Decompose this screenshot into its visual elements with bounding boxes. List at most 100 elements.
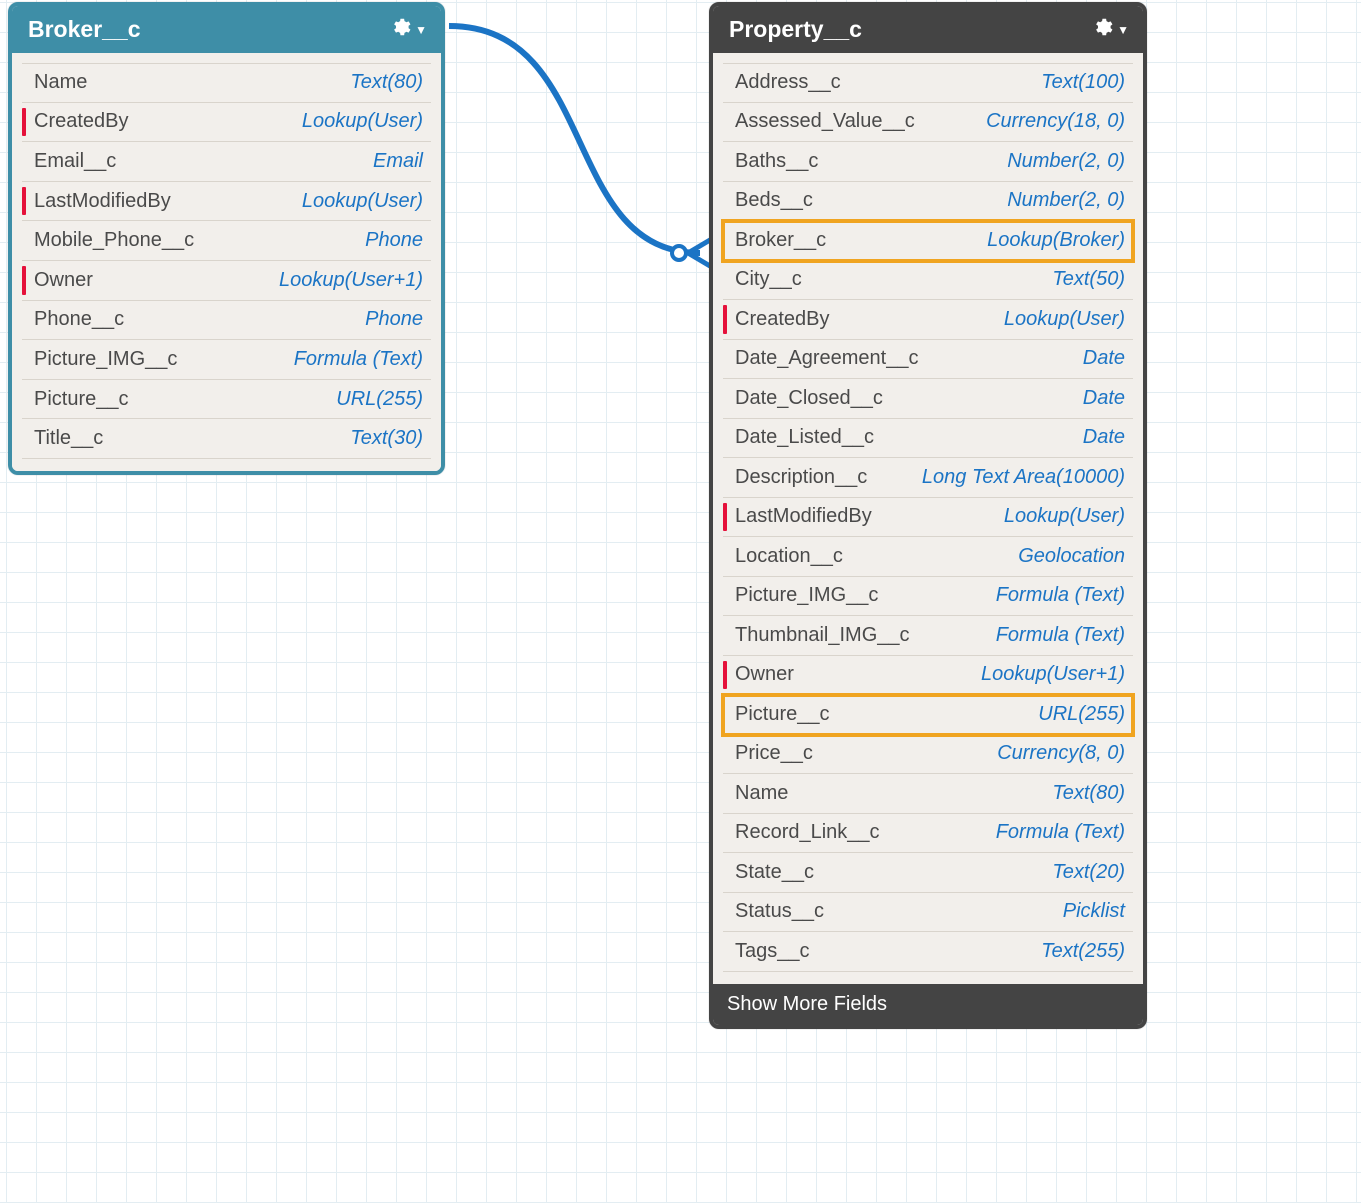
- field-type: Lookup(Broker): [987, 229, 1125, 252]
- field-type: Currency(18, 0): [986, 110, 1125, 133]
- field-row[interactable]: Picture__cURL(255): [723, 695, 1133, 735]
- field-name: Tags__c: [735, 940, 810, 963]
- field-row[interactable]: Baths__cNumber(2, 0): [723, 142, 1133, 182]
- field-row[interactable]: Picture_IMG__cFormula (Text): [22, 340, 431, 380]
- field-type: Lookup(User): [302, 110, 423, 133]
- gear-icon: [1091, 16, 1113, 43]
- field-name: Name: [34, 71, 87, 94]
- field-name: Record_Link__c: [735, 821, 880, 844]
- entity-title: Property__c: [729, 16, 862, 43]
- field-row[interactable]: Price__c Currency(8, 0): [723, 735, 1133, 775]
- field-type: Text(100): [1041, 71, 1125, 94]
- field-type: Formula (Text): [996, 584, 1125, 607]
- field-row[interactable]: LastModifiedByLookup(User): [723, 498, 1133, 538]
- entity-body: Address__c Text(100) Assessed_Value__cCurr…: [713, 53, 1143, 984]
- show-more-fields-button[interactable]: Show More Fields: [713, 984, 1143, 1025]
- field-row[interactable]: Mobile_Phone__c Phone: [22, 221, 431, 261]
- field-row[interactable]: Date_Closed__cDate: [723, 379, 1133, 419]
- field-name: Location__c: [735, 545, 843, 568]
- field-row[interactable]: Assessed_Value__cCurrency(18, 0): [723, 103, 1133, 143]
- field-name: Date_Closed__c: [735, 387, 883, 410]
- field-row[interactable]: Picture_IMG__c Formula (Text): [723, 577, 1133, 617]
- field-name: Owner: [735, 663, 794, 686]
- field-row[interactable]: Owner Lookup(User+1): [723, 656, 1133, 696]
- field-name: LastModifiedBy: [34, 190, 171, 213]
- entity-menu-button[interactable]: ▼: [389, 16, 427, 43]
- field-row[interactable]: Phone__c Phone: [22, 301, 431, 341]
- field-type: Phone: [365, 229, 423, 252]
- entity-property[interactable]: Property__c ▼ Address__c Text(100) Assesse…: [709, 2, 1147, 1029]
- field-name: Owner: [34, 269, 93, 292]
- field-type: Date: [1083, 426, 1125, 449]
- field-type: Lookup(User+1): [981, 663, 1125, 686]
- field-row[interactable]: Description__cLong Text Area(10000): [723, 458, 1133, 498]
- field-row[interactable]: Record_Link__c Formula (Text): [723, 814, 1133, 854]
- field-name: Picture_IMG__c: [735, 584, 878, 607]
- field-type: Formula (Text): [996, 821, 1125, 844]
- field-row[interactable]: Owner Lookup(User+1): [22, 261, 431, 301]
- field-type: Text(80): [1052, 782, 1125, 805]
- field-name: CreatedBy: [34, 110, 129, 133]
- field-name: Phone__c: [34, 308, 124, 331]
- field-name: Beds__c: [735, 189, 813, 212]
- entity-menu-button[interactable]: ▼: [1091, 16, 1129, 43]
- field-row[interactable]: Date_Agreement__cDate: [723, 340, 1133, 380]
- field-row[interactable]: Tags__c Text(255): [723, 932, 1133, 972]
- field-name: Status__c: [735, 900, 824, 923]
- entity-broker[interactable]: Broker__c ▼ Name Text(80) CreatedBy Lookup(…: [8, 2, 445, 475]
- field-row[interactable]: Location__c Geolocation: [723, 537, 1133, 577]
- field-type: Date: [1083, 347, 1125, 370]
- field-type: URL(255): [336, 388, 423, 411]
- field-type: Phone: [365, 308, 423, 331]
- field-name: Broker__c: [735, 229, 826, 252]
- field-name: CreatedBy: [735, 308, 830, 331]
- field-name: City__c: [735, 268, 802, 291]
- field-type: Text(255): [1041, 940, 1125, 963]
- field-list: Name Text(80) CreatedBy Lookup(User) Email__…: [22, 63, 431, 459]
- field-row[interactable]: Broker__c Lookup(Broker): [723, 221, 1133, 261]
- field-row[interactable]: Thumbnail_IMG__cFormula (Text): [723, 616, 1133, 656]
- field-name: Description__c: [735, 466, 867, 489]
- field-list: Address__c Text(100) Assessed_Value__cCurr…: [723, 63, 1133, 972]
- field-type: Text(20): [1052, 861, 1125, 884]
- field-name: Mobile_Phone__c: [34, 229, 194, 252]
- field-row[interactable]: City__cText(50): [723, 261, 1133, 301]
- field-name: Price__c: [735, 742, 813, 765]
- field-row[interactable]: Title__c Text(30): [22, 419, 431, 459]
- entity-title: Broker__c: [28, 16, 141, 43]
- relationship-endpoint-icon: [670, 244, 688, 262]
- field-row[interactable]: Name Text(80): [723, 774, 1133, 814]
- field-row[interactable]: CreatedBy Lookup(User): [723, 300, 1133, 340]
- field-name: Picture__c: [34, 388, 129, 411]
- field-row[interactable]: Date_Listed__c Date: [723, 419, 1133, 459]
- field-name: Date_Listed__c: [735, 426, 874, 449]
- field-row[interactable]: Picture__c URL(255): [22, 380, 431, 420]
- field-row[interactable]: Email__cEmail: [22, 142, 431, 182]
- field-name: Email__c: [34, 150, 116, 173]
- chevron-down-icon: ▼: [415, 23, 427, 37]
- field-type: Number(2, 0): [1007, 150, 1125, 173]
- field-type: Text(80): [350, 71, 423, 94]
- field-row[interactable]: CreatedBy Lookup(User): [22, 103, 431, 143]
- field-name: Title__c: [34, 427, 103, 450]
- field-type: Currency(8, 0): [997, 742, 1125, 765]
- field-name: Address__c: [735, 71, 841, 94]
- field-row[interactable]: State__c Text(20): [723, 853, 1133, 893]
- field-name: Thumbnail_IMG__c: [735, 624, 910, 647]
- field-name: State__c: [735, 861, 814, 884]
- field-name: Picture__c: [735, 703, 830, 726]
- field-type: Lookup(User+1): [279, 269, 423, 292]
- field-type: Text(30): [350, 427, 423, 450]
- field-row[interactable]: Status__c Picklist: [723, 893, 1133, 933]
- field-row[interactable]: Beds__cNumber(2, 0): [723, 182, 1133, 222]
- field-name: Name: [735, 782, 788, 805]
- entity-header[interactable]: Broker__c ▼: [12, 6, 441, 53]
- field-type: Picklist: [1063, 900, 1125, 923]
- field-row[interactable]: Name Text(80): [22, 63, 431, 103]
- field-row[interactable]: LastModifiedByLookup(User): [22, 182, 431, 222]
- entity-header[interactable]: Property__c ▼: [713, 6, 1143, 53]
- field-type: Geolocation: [1018, 545, 1125, 568]
- field-row[interactable]: Address__c Text(100): [723, 63, 1133, 103]
- field-type: Lookup(User): [1004, 308, 1125, 331]
- chevron-down-icon: ▼: [1117, 23, 1129, 37]
